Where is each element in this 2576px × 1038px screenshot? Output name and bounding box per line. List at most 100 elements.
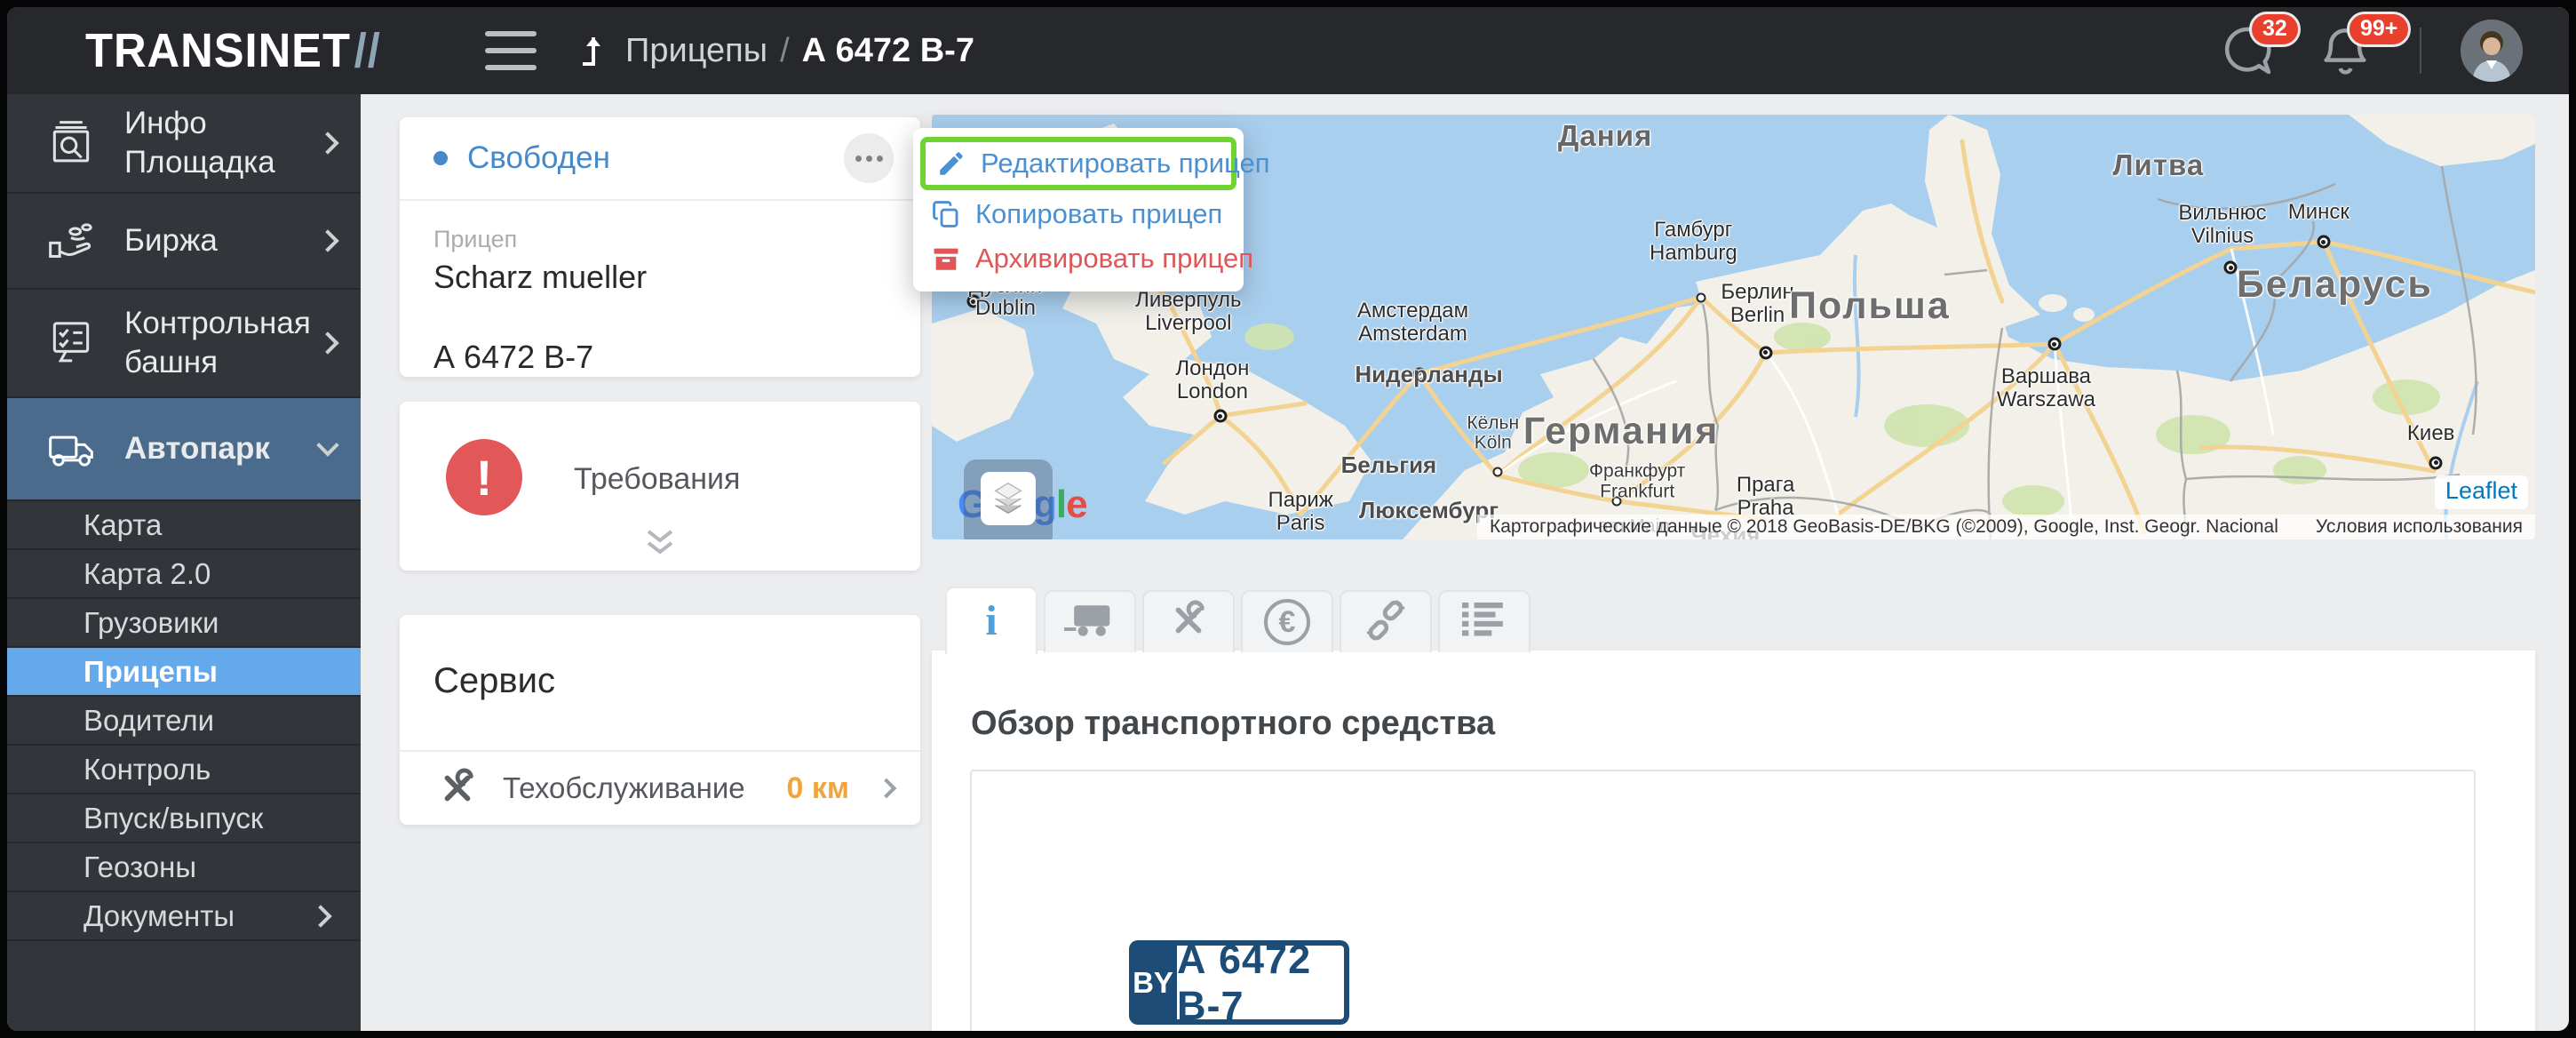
- map-label: Дания: [1558, 120, 1652, 152]
- map-label: Беларусь: [2237, 264, 2433, 305]
- notifications-button[interactable]: 99+: [2317, 22, 2373, 79]
- sidebar-subitem-check-in-out[interactable]: Впуск/выпуск: [7, 794, 361, 843]
- context-menu-item-edit[interactable]: Редактировать прицеп: [926, 142, 1231, 185]
- city-marker: [1493, 467, 1503, 476]
- broken-link-icon: [1365, 600, 1406, 645]
- city-marker: [1759, 346, 1772, 359]
- sidebar-subitem-documents[interactable]: Документы: [7, 892, 361, 941]
- sidebar-item-label: Автопарк: [124, 429, 320, 468]
- map-label: Киев: [2407, 422, 2454, 445]
- chevron-right-icon: [316, 331, 338, 354]
- sidebar-item-info-platform[interactable]: Инфо Площадка: [7, 94, 361, 194]
- map-label: ВильнюсVilnius: [2178, 202, 2266, 248]
- map-label: ГамбургHamburg: [1650, 219, 1737, 265]
- sidebar-subitem-label: Контроль: [83, 753, 313, 786]
- tab-tools[interactable]: [1142, 590, 1235, 652]
- tab-broken-link[interactable]: [1340, 590, 1432, 652]
- header-divider: [2420, 28, 2421, 74]
- map-label: ВаршаваWarszawa: [1997, 365, 2095, 411]
- top-bar: TRANSINET// Прицепы / А 6472 В-7 32 99+: [7, 7, 2569, 94]
- sidebar-item-label: Биржа: [124, 221, 320, 260]
- status-text: Свободен: [467, 140, 844, 176]
- sidebar-subitem-label: Прицепы: [83, 655, 313, 689]
- city-marker: [2047, 338, 2061, 351]
- tab-euro[interactable]: €: [1241, 590, 1333, 652]
- user-avatar[interactable]: [2461, 20, 2523, 82]
- tools-icon: [1168, 600, 1209, 645]
- notifications-count-badge: 99+: [2347, 12, 2411, 47]
- copy-icon: [931, 199, 961, 229]
- sidebar-subitem-label: Карта: [83, 508, 313, 542]
- highlight-annotation-box: Редактировать прицеп: [920, 137, 1236, 190]
- tab-trailer[interactable]: [1044, 590, 1136, 652]
- terms-of-use-link[interactable]: Условия использования: [2316, 516, 2523, 538]
- map-label: ЛиверпульLiverpool: [1135, 289, 1241, 335]
- sidebar-item-label: Контрольная башня: [124, 304, 320, 382]
- maintenance-row[interactable]: Техобслуживание 0 км: [400, 750, 920, 825]
- sidebar-subitem-label: Грузовики: [83, 606, 313, 640]
- sidebar-subitem-trucks[interactable]: Грузовики: [7, 599, 361, 648]
- header-actions: 32 99+: [2219, 20, 2523, 82]
- context-menu-label: Архивировать прицеп: [975, 243, 1253, 275]
- maintenance-value: 0 км: [786, 771, 849, 806]
- leaflet-attribution-link[interactable]: Leaflet: [2435, 475, 2528, 509]
- trailer-name: Scharz mueller: [433, 259, 886, 296]
- trailer-field-label: Прицеп: [433, 226, 886, 253]
- map-label: Бельгия: [1341, 452, 1437, 477]
- city-marker: [2224, 261, 2238, 275]
- control-tower-icon: [46, 318, 96, 368]
- city-marker: [2429, 456, 2443, 469]
- map-label: Минск: [2288, 201, 2349, 224]
- map-label: ПарижParis: [1268, 489, 1332, 535]
- map-layers-button[interactable]: [964, 459, 1053, 539]
- chevron-right-icon: [316, 132, 338, 154]
- map-label: Германия: [1523, 411, 1719, 451]
- map-label: ПрагаPraha: [1737, 474, 1795, 520]
- avatar-image: [2461, 20, 2523, 82]
- map-label: АмстердамAmsterdam: [1357, 299, 1468, 346]
- app-screen: TRANSINET// Прицепы / А 6472 В-7 32 99+: [7, 7, 2569, 1031]
- menu-toggle-button[interactable]: [485, 31, 537, 70]
- sidebar-main-items: Инфо Площадка Биржа Контрольная башня Автоп…: [7, 94, 361, 501]
- sidebar-subitem-drivers[interactable]: Водители: [7, 697, 361, 746]
- exchange-icon: [46, 216, 96, 266]
- sidebar-item-fleet[interactable]: Автопарк: [7, 398, 361, 501]
- context-menu-item-copy[interactable]: Копировать прицеп: [913, 192, 1244, 236]
- tab-info[interactable]: i: [945, 587, 1038, 654]
- map-label: КёльнKöln: [1467, 413, 1519, 453]
- map-label: БерлинBerlin: [1721, 281, 1793, 327]
- trailer-plate: А 6472 В-7: [433, 339, 886, 376]
- card-menu-button[interactable]: [844, 133, 894, 183]
- breadcrumb-separator: /: [780, 32, 790, 70]
- chevron-right-icon: [309, 905, 331, 927]
- plate-number: А 6472 В-7: [1177, 940, 1349, 1025]
- context-menu-label: Редактировать прицеп: [981, 148, 1270, 180]
- context-menu-item-archive[interactable]: Архивировать прицеп: [913, 236, 1244, 281]
- warning-icon: !: [446, 439, 522, 515]
- layers-icon: [981, 472, 1036, 525]
- upload-arrow-icon: [576, 32, 609, 69]
- sidebar-subitem-trailers[interactable]: Прицепы: [7, 648, 361, 697]
- maintenance-label: Техобслуживание: [503, 771, 786, 805]
- overview-title: Обзор транспортного средства: [971, 705, 1495, 743]
- fleet-icon: [46, 424, 96, 474]
- service-card: Сервис Техобслуживание 0 км: [400, 615, 920, 825]
- map-label: ЛондонLondon: [1175, 357, 1249, 403]
- sidebar-subitem-control[interactable]: Контроль: [7, 746, 361, 794]
- info-platform-icon: [46, 118, 96, 168]
- sidebar-subitem-map-2[interactable]: Карта 2.0: [7, 550, 361, 599]
- sidebar-subitem-label: Геозоны: [83, 850, 313, 884]
- sidebar-subitem-map[interactable]: Карта: [7, 501, 361, 550]
- breadcrumb-section[interactable]: Прицепы: [625, 32, 767, 70]
- sidebar-subitem-geozones[interactable]: Геозоны: [7, 843, 361, 892]
- app-logo[interactable]: TRANSINET//: [85, 23, 381, 78]
- sidebar-subitem-label: Впуск/выпуск: [83, 802, 313, 835]
- chat-button[interactable]: 32: [2219, 22, 2276, 79]
- tab-list[interactable]: [1438, 590, 1530, 652]
- expand-chevrons-icon[interactable]: [643, 528, 677, 558]
- sidebar-item-exchange[interactable]: Биржа: [7, 194, 361, 290]
- requirements-title: Требования: [574, 462, 740, 497]
- pencil-icon: [936, 148, 966, 179]
- breadcrumb-current: А 6472 В-7: [802, 32, 974, 70]
- sidebar-item-control-tower[interactable]: Контрольная башня: [7, 290, 361, 398]
